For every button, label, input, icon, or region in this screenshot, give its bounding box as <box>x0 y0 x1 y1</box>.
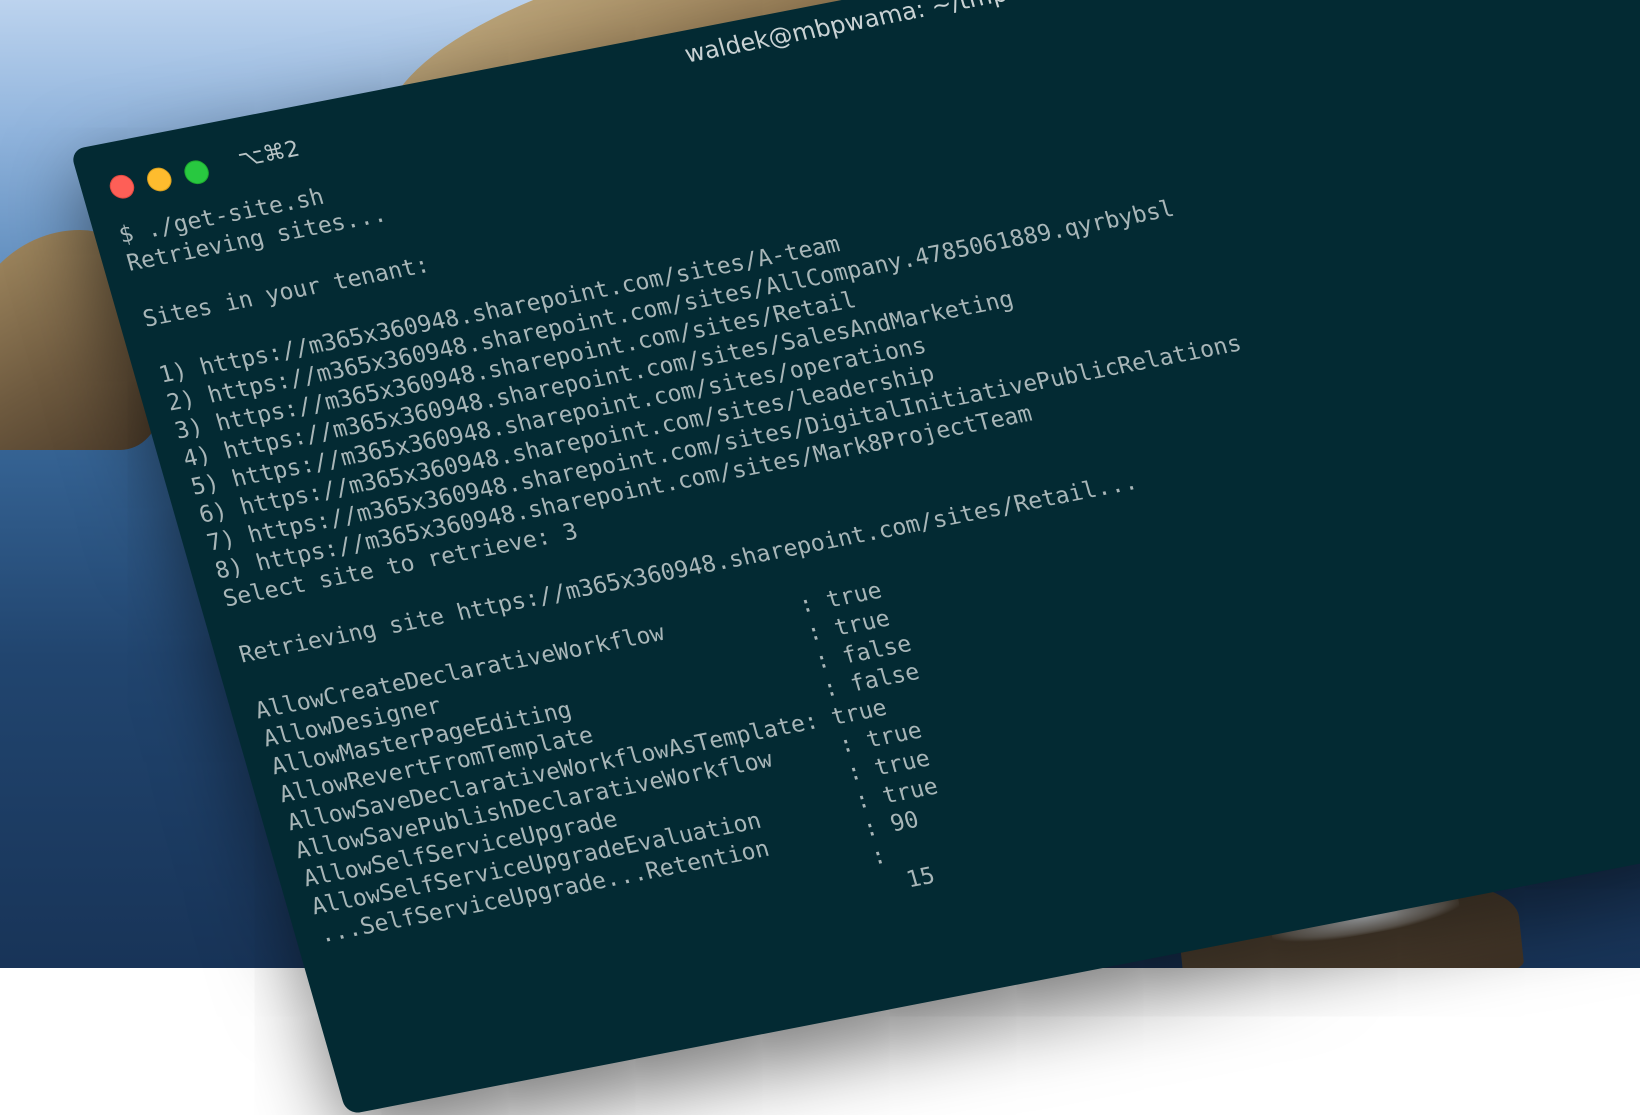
tab-shortcut-label: ⌥⌘2 <box>235 136 303 173</box>
zoom-button[interactable] <box>181 158 212 187</box>
close-button[interactable] <box>106 172 138 201</box>
minimize-button[interactable] <box>144 165 175 194</box>
